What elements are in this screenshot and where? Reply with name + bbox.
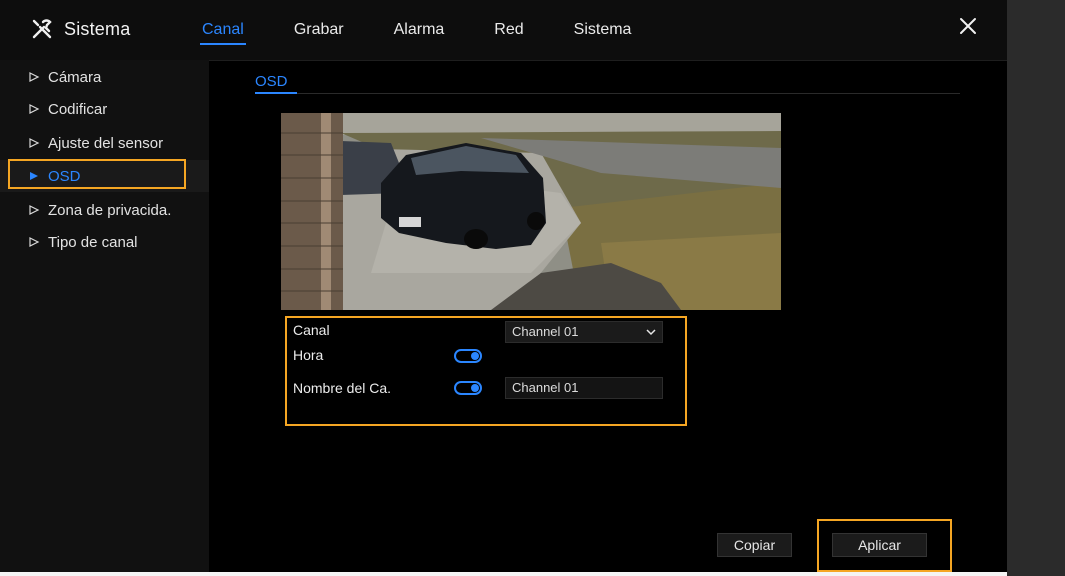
sidebar-item-tipo-canal[interactable]: Tipo de canal: [0, 226, 209, 258]
triangle-filled-icon: [30, 172, 38, 180]
main-tabs: Canal Grabar Alarma Red Sistema: [200, 0, 679, 60]
sidebar-item-label: OSD: [48, 167, 81, 185]
sidebar: Cámara Codificar Ajuste del sensor OSD Z…: [0, 60, 209, 572]
right-margin: [1007, 0, 1065, 576]
tab-alarma[interactable]: Alarma: [392, 0, 447, 60]
subtab-active-indicator: [255, 92, 297, 94]
sidebar-item-zona-privacidad[interactable]: Zona de privacida.: [0, 194, 209, 226]
hora-toggle[interactable]: [454, 349, 482, 363]
sidebar-item-camara[interactable]: Cámara: [0, 61, 209, 93]
tab-grabar[interactable]: Grabar: [292, 0, 346, 60]
triangle-outline-icon: [29, 138, 40, 148]
app-title: Sistema: [64, 18, 131, 39]
sidebar-item-label: Tipo de canal: [48, 233, 138, 251]
sidebar-item-label: Cámara: [48, 68, 102, 86]
nombre-canal-label: Nombre del Ca.: [293, 380, 392, 396]
apply-button[interactable]: Aplicar: [832, 533, 927, 557]
tab-sistema[interactable]: Sistema: [572, 0, 634, 60]
tab-red[interactable]: Red: [492, 0, 525, 60]
main-content: OSD Canal Channel 01 Hora Nombre del Ca.…: [209, 60, 1007, 572]
toggle-knob: [471, 352, 479, 360]
tools-icon: [32, 19, 52, 39]
sidebar-item-label: Ajuste del sensor: [48, 134, 164, 152]
top-bar: Sistema Canal Grabar Alarma Red Sistema: [0, 0, 1007, 61]
triangle-outline-icon: [29, 72, 40, 82]
close-icon[interactable]: [957, 15, 979, 37]
copy-button[interactable]: Copiar: [717, 533, 792, 557]
settings-window: Sistema Canal Grabar Alarma Red Sistema …: [0, 0, 1007, 572]
triangle-outline-icon: [29, 104, 40, 114]
triangle-outline-icon: [29, 205, 40, 215]
chevron-down-icon: [646, 329, 656, 336]
camera-preview: [281, 113, 781, 310]
hora-label: Hora: [293, 347, 324, 363]
sidebar-item-codificar[interactable]: Codificar: [0, 93, 209, 125]
nombre-canal-toggle[interactable]: [454, 381, 482, 395]
triangle-outline-icon: [29, 237, 40, 247]
sidebar-item-ajuste-sensor[interactable]: Ajuste del sensor: [0, 127, 209, 159]
canal-select-value: Channel 01: [512, 324, 579, 339]
subtab-divider: [255, 93, 960, 94]
subtab-osd[interactable]: OSD: [255, 73, 288, 90]
brand: Sistema: [30, 17, 130, 41]
toggle-knob: [471, 384, 479, 392]
canal-label: Canal: [293, 322, 330, 338]
tab-canal[interactable]: Canal: [200, 0, 246, 60]
sidebar-item-label: Codificar: [48, 100, 108, 118]
sidebar-item-label: Zona de privacida.: [48, 201, 172, 219]
nombre-canal-input[interactable]: Channel 01: [505, 377, 663, 399]
canal-select[interactable]: Channel 01: [505, 321, 663, 343]
sidebar-item-osd[interactable]: OSD: [0, 160, 209, 192]
bottom-margin: [0, 572, 1007, 576]
